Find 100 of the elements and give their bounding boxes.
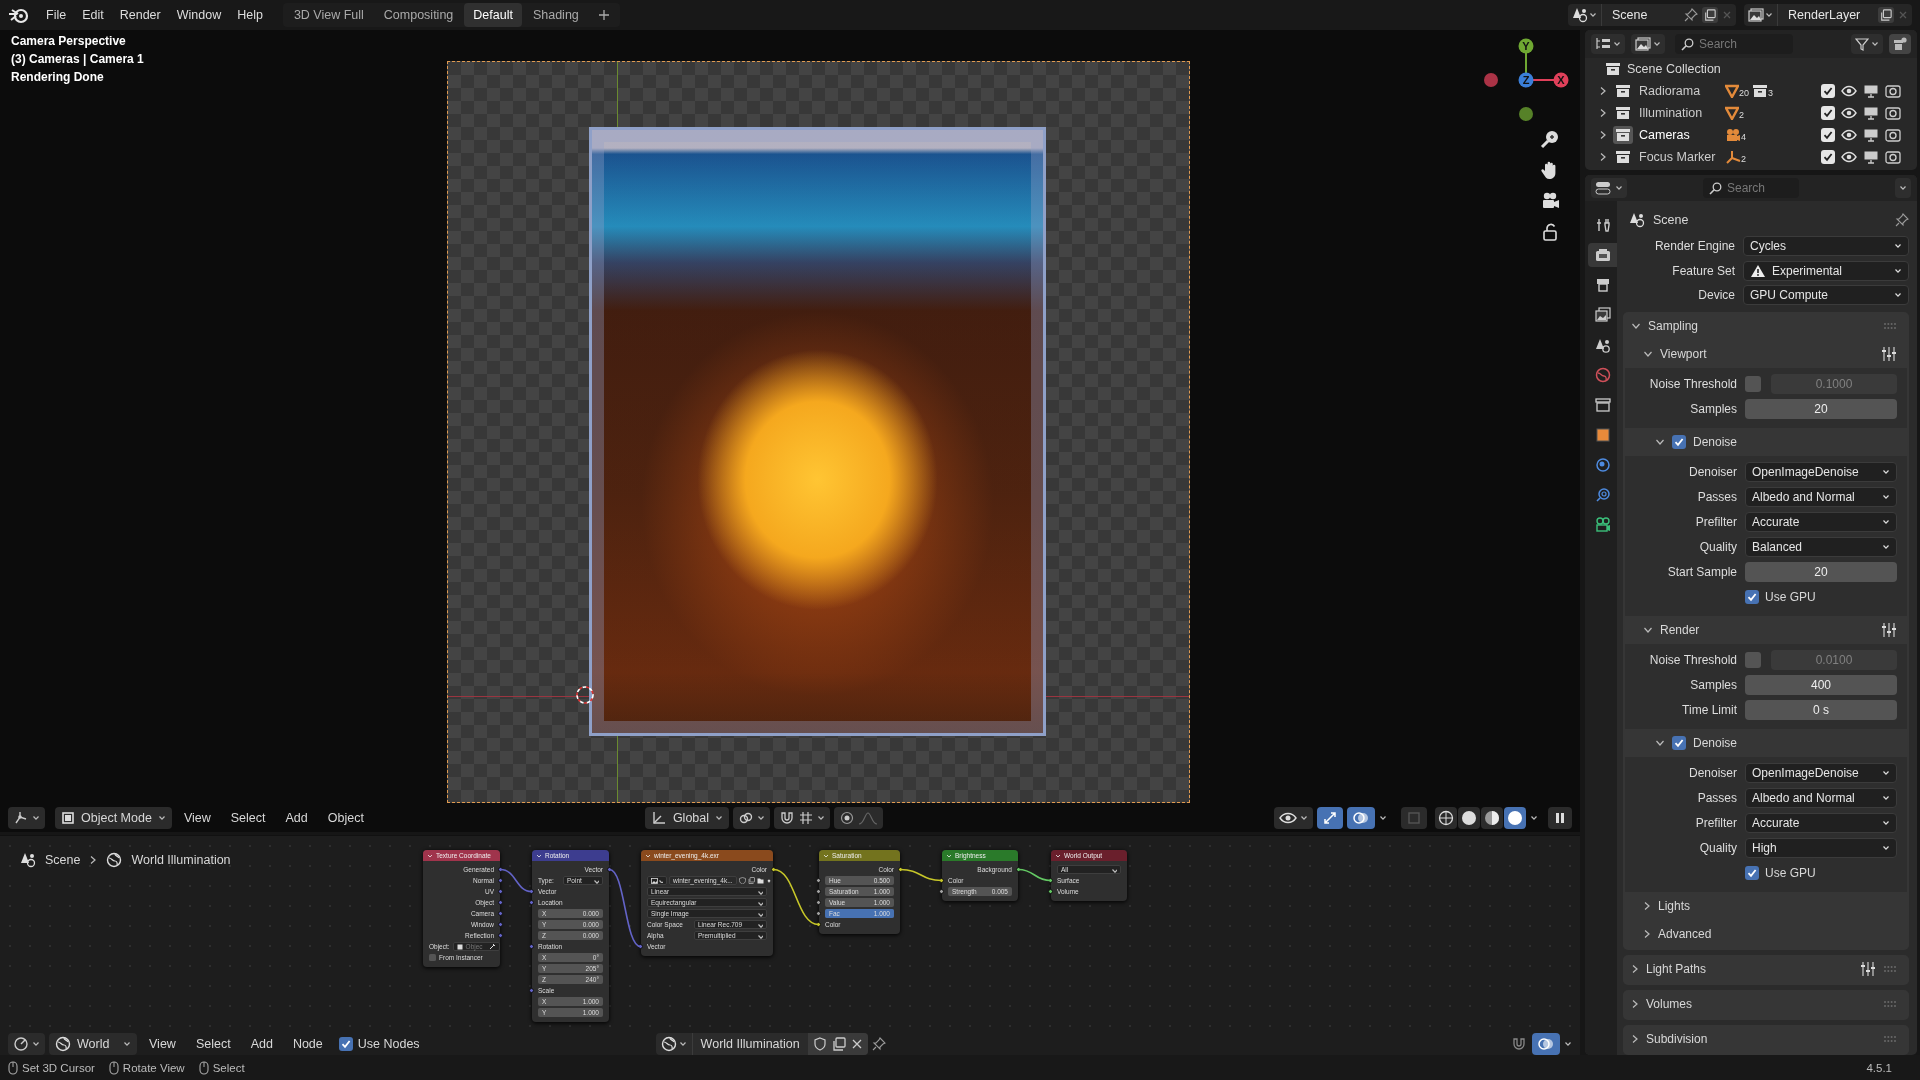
presets-icon[interactable] <box>1881 346 1897 362</box>
camera-icon[interactable] <box>1885 150 1901 164</box>
menu-item[interactable]: Object <box>319 808 372 828</box>
chevron-down-icon[interactable] <box>645 852 651 859</box>
drag-handle-icon[interactable] <box>1883 965 1897 973</box>
chevron-right-icon[interactable] <box>1643 901 1651 911</box>
shield-icon[interactable] <box>738 877 746 884</box>
axis-handle[interactable] <box>1519 107 1533 121</box>
duplicate-icon[interactable] <box>747 877 755 884</box>
eye-icon[interactable] <box>1841 84 1857 98</box>
shading-mode-button[interactable] <box>1435 807 1457 829</box>
duplicate-icon[interactable] <box>1704 9 1716 21</box>
monitor-icon[interactable] <box>1863 106 1879 120</box>
chevron-right-icon[interactable] <box>1599 108 1607 118</box>
dropdown[interactable]: OpenImageDenoise <box>1745 763 1897 784</box>
chevron-down-icon[interactable] <box>1643 350 1653 358</box>
collection-name[interactable]: Focus Marker <box>1639 150 1719 164</box>
axis-handle[interactable] <box>1484 73 1498 87</box>
panel-title[interactable]: Advanced <box>1658 927 1712 941</box>
chevron-down-icon[interactable] <box>946 852 952 859</box>
menu-item[interactable]: File <box>38 4 75 26</box>
zoom-icon[interactable] <box>1539 128 1561 150</box>
search-field[interactable]: Search <box>1675 34 1793 54</box>
camera-icon[interactable] <box>1885 84 1901 98</box>
menu-item[interactable]: Help <box>229 4 271 26</box>
pause-button[interactable] <box>1548 807 1572 829</box>
editor-type-button[interactable] <box>8 1032 45 1055</box>
monitor-icon[interactable] <box>1863 128 1879 142</box>
xray-toggle[interactable] <box>1401 807 1427 829</box>
folder-icon[interactable] <box>756 877 764 884</box>
chevron-down-icon[interactable] <box>427 852 433 859</box>
duplicate-icon[interactable] <box>1880 9 1892 21</box>
checkbox[interactable] <box>1672 435 1686 449</box>
chevron-right-icon[interactable] <box>1631 999 1639 1009</box>
panel-title[interactable]: Denoise <box>1693 736 1738 750</box>
shading-mode-button[interactable] <box>1481 807 1503 829</box>
dropdown[interactable]: Experimental <box>1743 260 1909 281</box>
overlay-toggle[interactable] <box>1347 807 1375 829</box>
monitor-icon[interactable] <box>1863 84 1879 98</box>
collection-name[interactable]: Scene Collection <box>1627 62 1721 76</box>
menu-item[interactable]: Node <box>284 1033 331 1054</box>
collection-name[interactable]: Cameras <box>1639 128 1719 142</box>
socket[interactable] <box>939 889 944 894</box>
dropdown[interactable]: Balanced <box>1745 537 1897 558</box>
chevron-right-icon[interactable] <box>1599 152 1607 162</box>
chevron-down-icon[interactable] <box>536 852 542 859</box>
camera-icon[interactable] <box>1885 128 1901 142</box>
menu-item[interactable]: Select <box>187 1033 239 1054</box>
menu-item[interactable]: Add <box>242 1033 281 1054</box>
dropdown[interactable]: OpenImageDenoise <box>1745 462 1897 483</box>
presets-icon[interactable] <box>1881 622 1897 638</box>
close-icon[interactable] <box>765 877 772 884</box>
chevron-down-icon[interactable] <box>1055 852 1061 859</box>
chevron-down-icon[interactable] <box>1655 438 1665 446</box>
dropdown[interactable]: High <box>1745 838 1897 859</box>
dropdown[interactable]: Accurate <box>1745 813 1897 834</box>
checkbox[interactable] <box>429 954 436 961</box>
menu-item[interactable]: View <box>175 808 219 828</box>
panel-title[interactable]: Lights <box>1658 899 1691 913</box>
navigation-gizmo[interactable]: Y Z X <box>1484 38 1570 124</box>
shading-mode-button[interactable] <box>1504 807 1526 829</box>
shield-icon[interactable] <box>812 1036 827 1051</box>
camera-icon[interactable] <box>1885 106 1901 120</box>
drag-handle-icon[interactable] <box>1883 1000 1897 1008</box>
chevron-right-icon[interactable] <box>1631 964 1639 974</box>
chevron-down-icon[interactable] <box>1643 626 1653 634</box>
display-mode-button[interactable] <box>1591 34 1625 54</box>
chevron-right-icon[interactable] <box>1599 86 1607 96</box>
checkbox[interactable] <box>1672 736 1686 750</box>
menu-item[interactable]: Edit <box>74 4 112 26</box>
new-collection-button[interactable] <box>1889 34 1911 54</box>
panel-title[interactable]: Render <box>1660 623 1700 637</box>
checkbox[interactable] <box>1745 866 1759 881</box>
socket[interactable] <box>1048 878 1053 883</box>
socket[interactable] <box>898 867 903 872</box>
close-icon[interactable] <box>850 1037 863 1050</box>
axis-handle[interactable] <box>1518 38 1534 54</box>
menu-item[interactable]: Window <box>168 4 230 26</box>
view-layer-filter-button[interactable] <box>1631 34 1665 54</box>
drag-handle-icon[interactable] <box>1883 322 1897 330</box>
checkbox[interactable] <box>1821 106 1835 120</box>
checkbox[interactable] <box>1745 590 1759 605</box>
gizmo-toggle[interactable] <box>1317 807 1343 829</box>
snap-button[interactable] <box>774 807 831 829</box>
number-field[interactable]: 400 <box>1745 675 1897 696</box>
menu-item[interactable]: View <box>141 1033 184 1054</box>
menu-item[interactable]: Add <box>277 808 316 828</box>
chevron-down-icon[interactable] <box>1655 739 1665 747</box>
breadcrumb-item[interactable]: Scene <box>45 853 81 867</box>
number-field[interactable]: 20 <box>1745 399 1897 420</box>
checkbox[interactable] <box>1821 128 1835 142</box>
monitor-icon[interactable] <box>1863 150 1879 164</box>
dropdown[interactable]: Accurate <box>1745 512 1897 533</box>
dropdown[interactable]: Albedo and Normal <box>1745 788 1897 809</box>
chevron-down-icon[interactable] <box>823 852 829 859</box>
panel-title[interactable]: Denoise <box>1693 435 1738 449</box>
checkbox[interactable] <box>1745 376 1761 393</box>
axis-handle[interactable] <box>1553 72 1569 88</box>
plus-icon[interactable] <box>597 9 610 21</box>
dropdown[interactable]: Albedo and Normal <box>1745 487 1897 508</box>
